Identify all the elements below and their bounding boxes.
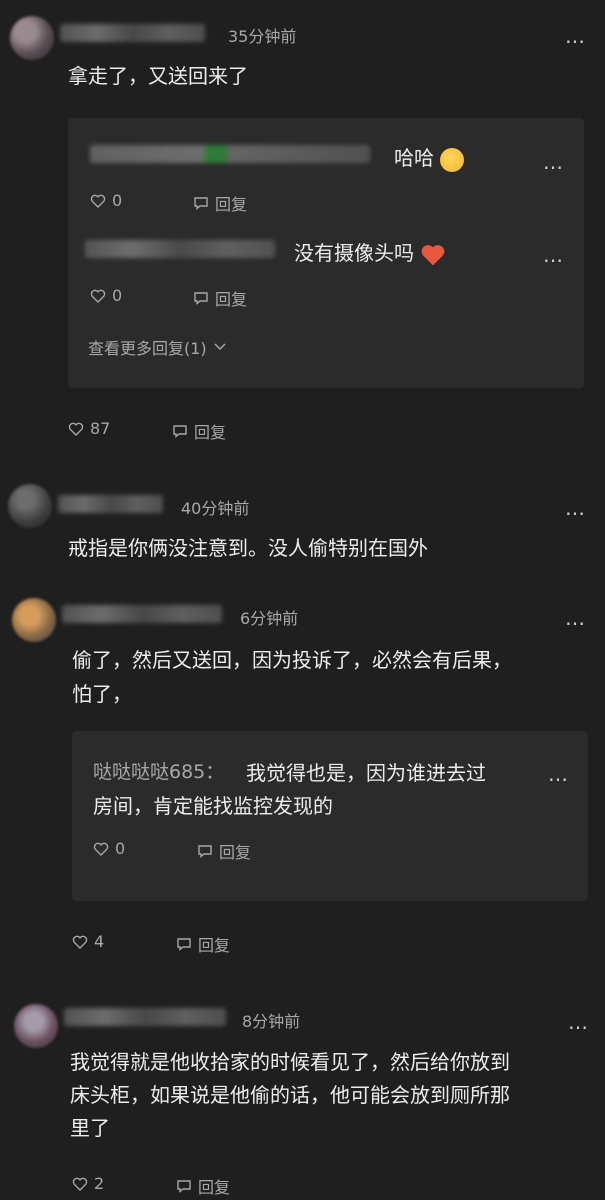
more-options-button[interactable]: …: [568, 1010, 589, 1034]
comment-text-line: 里了: [70, 1116, 110, 1140]
comment-time: 8分钟前: [242, 1012, 301, 1031]
shush-face-icon: [440, 147, 465, 172]
comment-bubble-icon: [173, 425, 187, 438]
reply-button[interactable]: 回复: [176, 932, 230, 956]
comment-time: 35分钟前: [228, 27, 297, 46]
comment-bubble-icon: [177, 938, 191, 951]
reply-label: 回复: [219, 843, 252, 862]
reply-username-blurred[interactable]: [90, 145, 370, 163]
like-count: 4: [94, 932, 105, 951]
comment-bubble-icon: [194, 197, 208, 210]
comment-bubble-icon: [177, 1180, 191, 1193]
view-more-replies-link[interactable]: 查看更多回复(1): [88, 335, 227, 359]
reply-label: 回复: [198, 1178, 231, 1197]
heart-icon: [90, 194, 106, 208]
avatar[interactable]: [14, 1004, 58, 1048]
avatar[interactable]: [10, 16, 54, 60]
comment-bubble-icon: [194, 292, 208, 305]
reply-text-line: 房间，肯定能找监控发现的: [93, 794, 333, 818]
reply-text-content: 哈哈: [394, 146, 434, 170]
reply-label: 回复: [194, 423, 227, 442]
like-button[interactable]: 4: [72, 932, 104, 951]
comment-bubble-icon: [198, 845, 212, 858]
reply-button[interactable]: 回复: [193, 191, 247, 215]
username-blurred[interactable]: [62, 605, 222, 623]
reply-button[interactable]: 回复: [172, 419, 226, 443]
reply-label: 回复: [215, 290, 248, 309]
comment-text-line: 偷了，然后又送回，因为投诉了，必然会有后果，: [72, 648, 512, 672]
heart-icon: [72, 1177, 88, 1191]
like-button[interactable]: 87: [68, 419, 110, 438]
avatar[interactable]: [12, 598, 56, 642]
username-blurred[interactable]: [64, 1008, 226, 1026]
chevron-down-icon: [214, 343, 226, 351]
more-options-button[interactable]: …: [565, 606, 586, 630]
like-button[interactable]: 2: [72, 1174, 104, 1193]
more-options-button[interactable]: …: [548, 762, 569, 786]
reply-username[interactable]: 哒哒哒哒685：: [93, 757, 224, 784]
like-button[interactable]: 0: [93, 839, 125, 858]
comment-text: 拿走了，又送回来了: [68, 64, 248, 88]
comment-text: 戒指是你俩没注意到。没人偷特别在国外: [68, 536, 428, 560]
comment-time: 6分钟前: [240, 609, 299, 628]
like-count: 0: [115, 839, 126, 858]
heart-icon: [90, 289, 106, 303]
more-options-button[interactable]: …: [543, 243, 564, 267]
view-more-label: 查看更多回复(1): [88, 339, 207, 358]
username-blurred[interactable]: [58, 495, 163, 513]
like-count: 87: [90, 419, 111, 438]
username-blurred[interactable]: [60, 24, 205, 42]
reply-username-blurred[interactable]: [85, 240, 275, 258]
like-count: 0: [112, 191, 123, 210]
reply-text-line: 我觉得也是，因为谁进去过: [246, 761, 486, 785]
reply-text-content: 没有摄像头吗: [294, 241, 414, 265]
reply-button[interactable]: 回复: [176, 1174, 230, 1198]
more-options-button[interactable]: …: [565, 496, 586, 520]
more-options-button[interactable]: …: [543, 150, 564, 174]
like-button[interactable]: 0: [90, 191, 122, 210]
red-heart-icon: [422, 244, 445, 265]
reply-label: 回复: [215, 195, 248, 214]
reply-button[interactable]: 回复: [193, 286, 247, 310]
more-options-button[interactable]: …: [565, 24, 586, 48]
heart-icon: [72, 935, 88, 949]
reply-text: 没有摄像头吗: [294, 237, 446, 267]
comment-text-line: 怕了，: [72, 682, 132, 706]
reply-text: 哈哈: [394, 142, 465, 172]
comment-text-line: 我觉得就是他收拾家的时候看见了，然后给你放到: [70, 1050, 510, 1074]
comment-text-line: 床头柜，如果说是他偷的话，他可能会放到厕所那: [70, 1083, 510, 1107]
like-button[interactable]: 0: [90, 286, 122, 305]
like-count: 2: [94, 1174, 105, 1193]
like-count: 0: [112, 286, 123, 305]
reply-label: 回复: [198, 936, 231, 955]
avatar[interactable]: [8, 484, 52, 528]
heart-icon: [68, 422, 84, 436]
comment-time: 40分钟前: [181, 499, 250, 518]
reply-button[interactable]: 回复: [197, 839, 251, 863]
heart-icon: [93, 842, 109, 856]
